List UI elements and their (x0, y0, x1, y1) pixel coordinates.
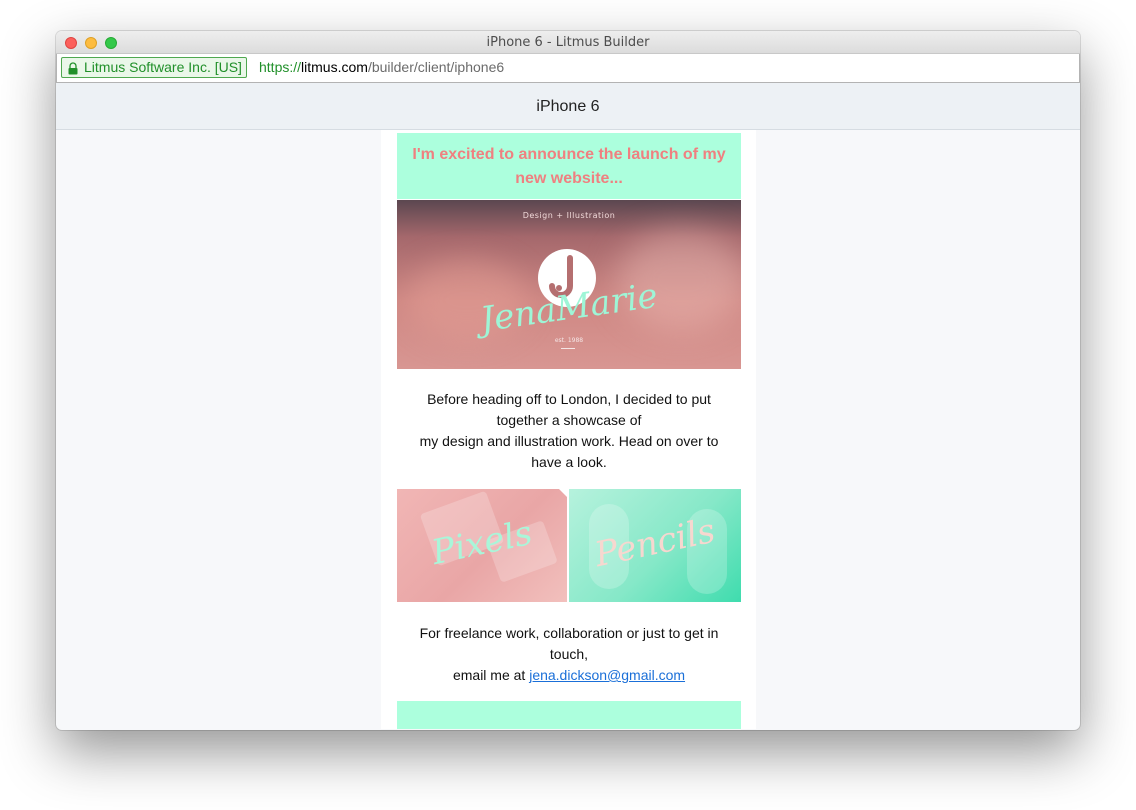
title-bar: iPhone 6 - Litmus Builder (56, 31, 1080, 54)
secure-certificate-badge[interactable]: Litmus Software Inc. [US] (61, 57, 247, 78)
contact-line: For freelance work, collaboration or jus… (419, 625, 719, 662)
intro-paragraph: Before heading off to London, I decided … (411, 389, 727, 473)
device-header: iPhone 6 (56, 83, 1080, 130)
headline-text: I'm excited to announce the launch of my… (412, 146, 726, 187)
pixels-tile-link[interactable]: Pixels (397, 489, 567, 602)
email-preview-viewport[interactable]: I'm excited to announce the launch of my… (56, 130, 1080, 729)
lock-icon (68, 62, 78, 75)
email-body: I'm excited to announce the launch of my… (381, 130, 756, 729)
hero-tagline: Design + Illustration (522, 211, 616, 220)
hero-image: Design + Illustration JenaMarie est. 198… (397, 200, 741, 369)
footer-banner (397, 701, 741, 729)
intro-line: my design and illustration work. Head on… (419, 433, 719, 470)
pencils-tile-link[interactable]: Pencils (569, 489, 741, 602)
url-host: litmus.com (301, 59, 368, 75)
url-text[interactable]: https://litmus.com/builder/client/iphone… (259, 59, 504, 75)
contact-paragraph: For freelance work, collaboration or jus… (411, 623, 727, 686)
headline-banner: I'm excited to announce the launch of my… (397, 133, 741, 199)
intro-line: Before heading off to London, I decided … (427, 391, 711, 428)
hero-est-text: est. 1988 (554, 337, 584, 344)
certificate-label: Litmus Software Inc. [US] (84, 59, 242, 75)
url-scheme: https:// (259, 59, 302, 75)
device-label: iPhone 6 (536, 98, 600, 115)
browser-window: iPhone 6 - Litmus Builder Litmus Softwar… (56, 31, 1080, 730)
contact-prefix: email me at (452, 667, 530, 683)
contact-email-line: email me at jena.dickson@gmail.com (411, 665, 727, 686)
address-bar[interactable]: Litmus Software Inc. [US] https://litmus… (56, 54, 1080, 83)
window-title: iPhone 6 - Litmus Builder (486, 35, 650, 50)
url-path: /builder/client/iphone6 (367, 59, 505, 75)
email-link[interactable]: jena.dickson@gmail.com (529, 667, 685, 683)
hero-divider (561, 348, 575, 349)
